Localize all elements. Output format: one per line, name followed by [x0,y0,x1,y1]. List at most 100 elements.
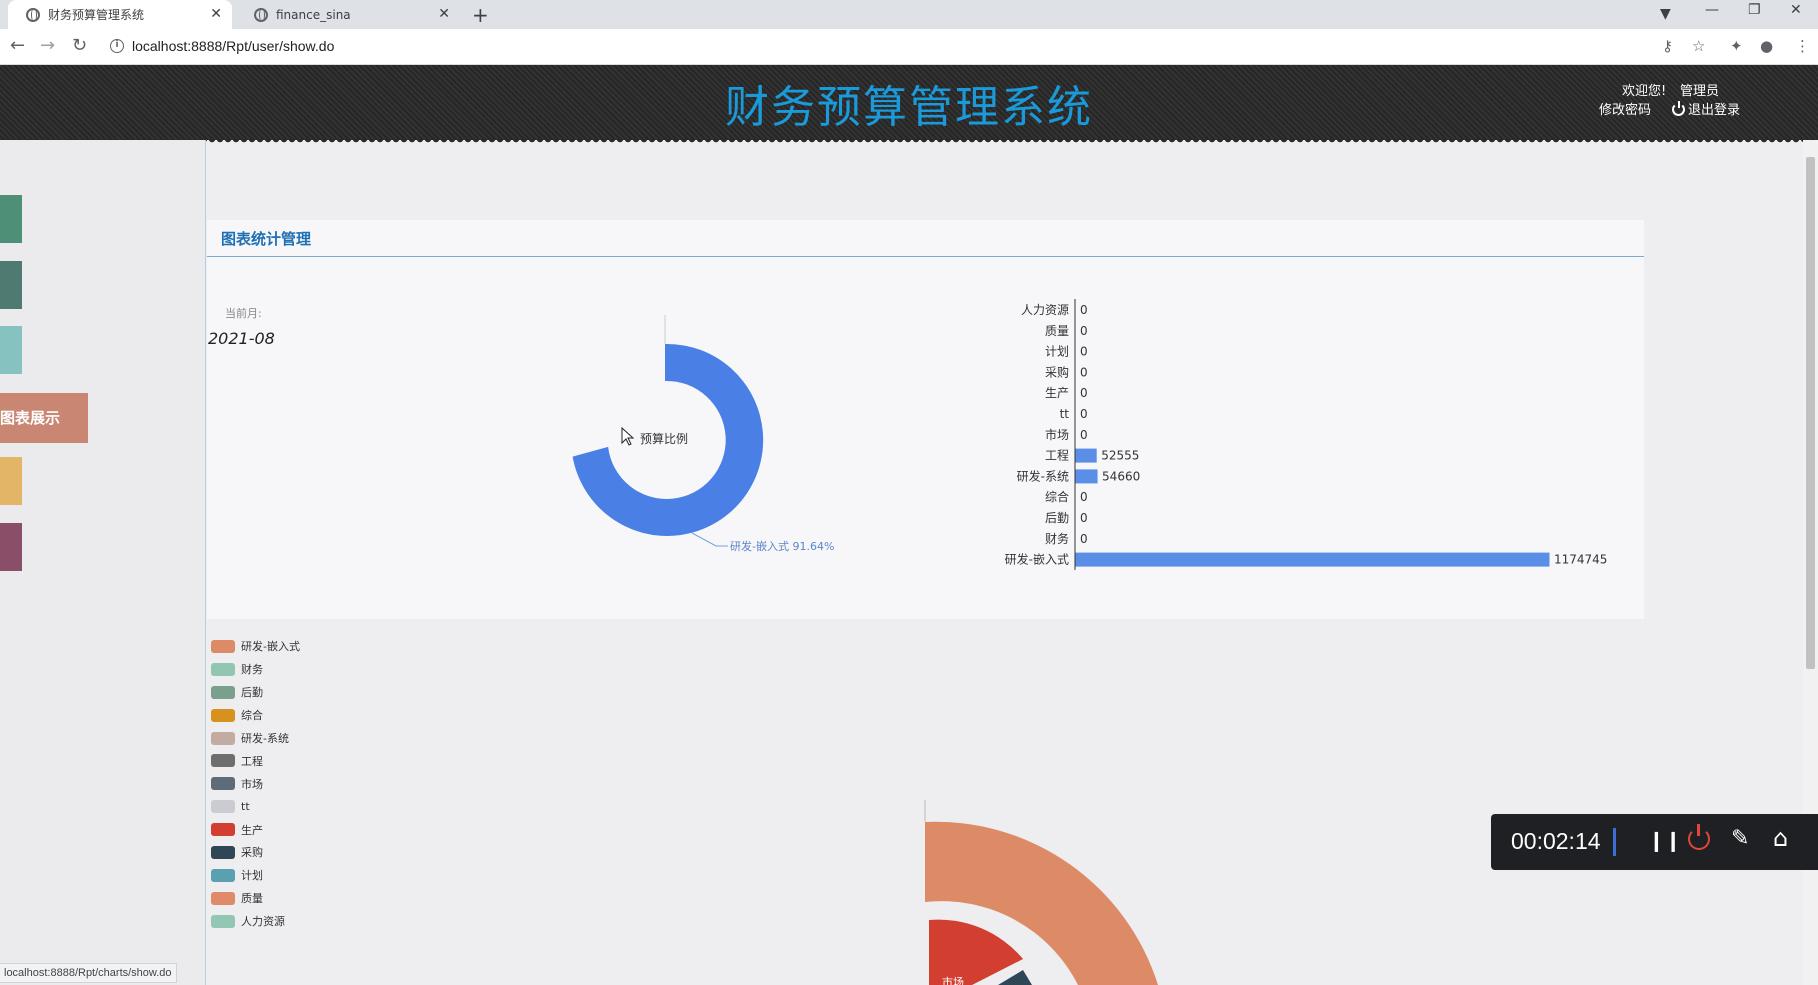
legend-label: 综合 [241,709,263,723]
bar-category-label: 后勤 [1045,511,1069,525]
site-info-icon[interactable]: i [110,39,124,53]
bar-value-label: 0 [1080,345,1088,359]
legend-label: 人力资源 [241,915,285,929]
legend-swatch [211,662,235,676]
back-icon[interactable]: ← [10,35,25,56]
bar-value-label: 1174745 [1554,553,1607,567]
legend-item[interactable]: 后勤 [211,681,300,704]
bar-value-label: 0 [1080,490,1088,504]
sidebar-item-charts[interactable]: 图表展示 [0,393,88,443]
bottom-slice-dark[interactable] [998,970,1032,985]
legend-swatch [211,754,235,768]
welcome-text: 欢迎您! [1622,84,1667,99]
sidebar-tab-2[interactable] [0,261,22,309]
screen-recorder-widget: 00:02:14 ❙❙ ✎ ⌂ [1491,814,1818,870]
legend-label: 研发-嵌入式 [241,640,300,654]
bar-category-label: 研发-系统 [1017,468,1069,483]
close-tab-icon[interactable]: ✕ [438,6,450,22]
bar-value-label: 0 [1080,428,1088,442]
bar[interactable] [1075,448,1097,463]
bookmark-star-icon[interactable]: ☆ [1692,37,1705,55]
bar-value-label: 0 [1080,324,1088,338]
bar-value-label: 0 [1080,407,1088,421]
legend-swatch [211,639,235,653]
change-password-link[interactable]: 修改密码 [1599,99,1651,118]
menu-icon[interactable]: ⋮ [1795,37,1810,55]
new-tab-button[interactable]: + [472,3,489,27]
forward-icon[interactable]: → [40,35,55,56]
bottom-pie-chart: 市场 [924,800,1158,985]
bar-category-label: 质量 [1045,324,1069,338]
user-name: 管理员 [1680,84,1720,99]
bottom-slice-label: 市场 [942,975,964,985]
current-month-label: 当前月: [225,307,262,320]
legend-label: 研发-系统 [241,732,289,745]
status-bar-url: localhost:8888/Rpt/charts/show.do [0,963,177,983]
restore-button[interactable]: ❐ [1748,2,1761,18]
bar-value-label: 0 [1080,386,1088,400]
sidebar-tab-3[interactable] [0,326,22,374]
legend-item[interactable]: 质量 [211,887,300,910]
pause-icon[interactable]: ❙❙ [1648,828,1682,852]
pen-icon[interactable]: ✎ [1731,826,1749,851]
profile-icon[interactable]: ● [1760,37,1773,55]
legend-label: tt [241,800,250,814]
globe-icon [254,7,268,22]
legend-item[interactable]: 计划 [211,864,300,887]
bar-value-label: 54660 [1102,469,1140,483]
legend-label: 市场 [241,777,263,791]
legend-swatch [211,731,235,745]
legend-label: 生产 [241,823,263,837]
donut-label-leader [691,532,728,547]
power-icon [1672,101,1685,116]
legend-item[interactable]: 综合 [211,704,300,727]
legend-swatch [211,891,235,905]
extensions-icon[interactable]: ✦ [1730,37,1743,55]
reload-icon[interactable]: ↻ [72,35,87,56]
bar-value-label: 0 [1080,303,1088,317]
bar-category-label: 研发-嵌入式 [1005,552,1069,567]
legend-swatch [211,685,235,699]
donut-center-label: 预算比例 [640,431,688,446]
url-field[interactable]: localhost:8888/Rpt/user/show.do [132,38,334,54]
recording-timer: 00:02:14 [1511,828,1601,854]
tab-title: finance_sina [276,7,351,22]
legend-item[interactable]: 研发-嵌入式 [211,635,300,658]
app-header: 财务预算管理系统 欢迎您! 管理员 修改密码 退出登录 [0,65,1818,146]
budget-bar-chart: 人力资源 0 质量 0 计划 0 采购 0 生产 0 tt 0 市场 0 工程 52555 研发-系统 54660… [1005,299,1607,570]
profile-dropdown-icon[interactable]: ▼ [1660,6,1671,22]
bar-value-label: 52555 [1101,449,1139,463]
close-tab-icon[interactable]: ✕ [210,6,222,22]
minimize-button[interactable]: — [1705,2,1719,18]
bar-category-label: 市场 [1045,427,1069,442]
bar[interactable] [1075,469,1098,484]
legend-item[interactable]: 财务 [211,658,300,681]
legend-item[interactable]: 生产 [211,818,300,841]
legend-swatch [211,845,235,859]
legend-item[interactable]: 采购 [211,841,300,864]
panel-divider [207,256,1644,257]
browser-tab[interactable]: finance_sina ✕ [236,0,460,29]
legend-item[interactable]: 研发-系统 [211,727,300,750]
chart-legend: 研发-嵌入式财务 后勤综合研发-系统工程市场 tt 生产采购 计划 质量人力资源 [211,635,300,933]
scrollbar-thumb[interactable] [1806,157,1815,669]
home-icon[interactable]: ⌂ [1773,824,1788,852]
logout-label: 退出登录 [1688,103,1741,118]
sidebar-tab-5[interactable] [0,457,22,505]
legend-item[interactable]: 人力资源 [211,910,300,933]
sidebar-tab-6[interactable] [0,523,22,571]
close-window-button[interactable]: ✕ [1790,2,1802,18]
legend-item[interactable]: tt [211,795,300,818]
current-month-value: 2021-08 [208,329,275,348]
browser-tab-active[interactable]: 财务预算管理系统 ✕ [8,0,232,29]
tab-title: 财务预算管理系统 [48,8,145,22]
bar[interactable] [1075,552,1550,567]
bar-category-label: 综合 [1045,489,1069,504]
legend-swatch [211,708,235,722]
legend-item[interactable]: 工程 [211,749,300,772]
sidebar-tab-1[interactable] [0,195,22,243]
bar-category-label: 人力资源 [1021,303,1069,317]
key-icon[interactable]: ⚷ [1662,37,1673,55]
logout-link[interactable]: 退出登录 [1672,99,1740,118]
legend-item[interactable]: 市场 [211,772,300,795]
